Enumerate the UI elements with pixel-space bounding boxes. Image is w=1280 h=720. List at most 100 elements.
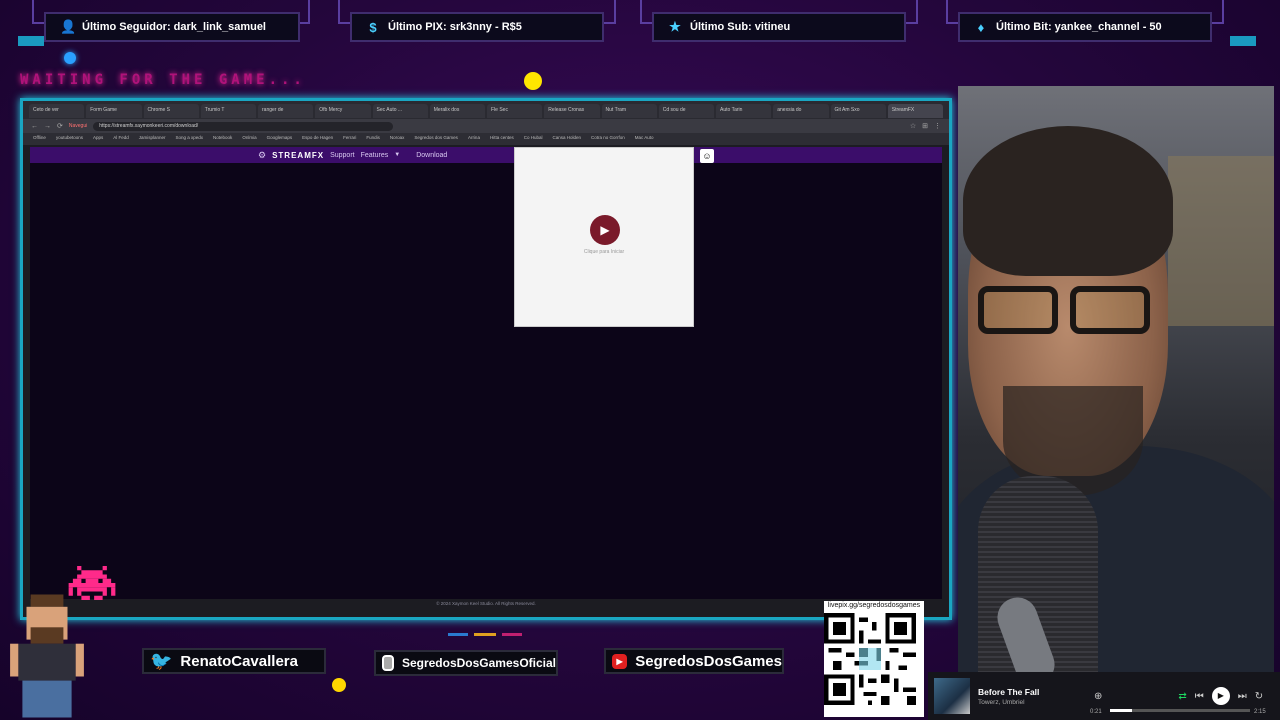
deco-bar xyxy=(474,633,496,636)
background-shelf xyxy=(1168,156,1274,326)
browser-tab[interactable]: Ofb Mercy xyxy=(315,104,371,118)
alert-text: Último Seguidor: dark_link_samuel xyxy=(82,21,266,33)
nav-support[interactable]: Support xyxy=(330,152,355,159)
bookmark[interactable]: Co Hubal xyxy=(524,135,543,143)
chevron-down-icon: ▼ xyxy=(394,152,401,158)
browser-tab[interactable]: Sec Auto ... xyxy=(372,104,428,118)
add-icon[interactable]: ⊕ xyxy=(1094,691,1102,702)
bookmark[interactable]: Googlemaps xyxy=(267,135,293,143)
repeat-icon[interactable]: ↻ xyxy=(1255,691,1263,702)
extensions-icon[interactable]: ⊞ xyxy=(922,122,928,130)
logo-icon: ⚙ xyxy=(258,149,267,160)
bookmark[interactable]: Jamisplanner xyxy=(139,135,166,143)
nav-features[interactable]: Features xyxy=(361,152,389,159)
bookmark[interactable]: Onlmia xyxy=(242,135,256,143)
alert-last-follower: 👤 Último Seguidor: dark_link_samuel xyxy=(44,12,300,42)
browser-tab[interactable]: anexsia do xyxy=(773,104,829,118)
browser-tab[interactable]: Ceto de ver xyxy=(29,104,85,118)
menu-icon[interactable]: ⋮ xyxy=(934,122,941,130)
bookmark[interactable]: Mac Auto xyxy=(635,135,654,143)
play-icon[interactable]: ▶ xyxy=(590,215,620,245)
progress-bar[interactable] xyxy=(1110,709,1250,712)
previous-icon[interactable]: ⏮ xyxy=(1195,691,1204,702)
alert-text: Último Bit: yankee_channel - 50 xyxy=(996,21,1162,33)
browser-tab[interactable]: Trumio T xyxy=(200,104,256,118)
bookmark[interactable]: Cansa Holden xyxy=(552,135,581,143)
alert-last-bit: ♦ Último Bit: yankee_channel - 50 xyxy=(958,12,1212,42)
song-artist: Towerz, Umbriel xyxy=(978,698,1025,706)
site-nav: ⚙ STREAMFX Support Features ▼ Download xyxy=(30,147,942,163)
browser-tab[interactable]: Auto Tarin xyxy=(716,104,772,118)
forward-icon[interactable]: → xyxy=(44,123,51,130)
bookmark[interactable]: Fundis xyxy=(366,135,380,143)
diamond-icon: ♦ xyxy=(977,19,985,35)
bookmark[interactable]: Offline xyxy=(33,135,46,143)
video-embed[interactable]: ▶ Clique para Iniciar xyxy=(514,147,694,327)
bookmark[interactable]: Cotra no Gorrfon xyxy=(591,135,625,143)
glasses-left xyxy=(978,286,1058,334)
music-player: Before The Fall Towerz, Umbriel ⊕ ⇄ ⏮ ▶ … xyxy=(928,672,1280,720)
browser-tab[interactable]: Cd sou de xyxy=(658,104,714,118)
browser-tab[interactable]: Meralix dos xyxy=(429,104,485,118)
bookmark[interactable]: Song a xpedx xyxy=(176,135,204,143)
bookmark[interactable]: Notebook xyxy=(213,135,232,143)
address-bar[interactable]: https://streamfx.xaymonkeeri.com/downloa… xyxy=(93,121,394,131)
deco-dot xyxy=(64,52,76,64)
site-logo[interactable]: STREAMFX xyxy=(272,151,324,160)
video-hint: Clique para Iniciar xyxy=(583,249,625,255)
youtube-icon: ▶ xyxy=(612,653,628,669)
qr-code-icon xyxy=(824,613,916,705)
qr-label: livepix.gg/segredosdosgames xyxy=(827,602,921,609)
reload-icon[interactable]: ⟳ xyxy=(57,122,63,130)
bookmark[interactable]: youtubetoons xyxy=(56,135,83,143)
nav-download[interactable]: Download xyxy=(416,152,447,159)
bookmarks-bar: Offline youtubetoons Apps Al Fedd Jamisp… xyxy=(23,133,949,145)
corner-accent xyxy=(1230,36,1256,46)
pixel-avatar-icon xyxy=(10,594,84,718)
glasses-right xyxy=(1070,286,1150,334)
bookmark[interactable]: Al Fedd xyxy=(113,135,129,143)
browser-tab[interactable]: Nut Tram xyxy=(601,104,657,118)
account-icon[interactable]: ☺ xyxy=(700,149,714,163)
social-instagram: SegredosDosGamesOficial xyxy=(374,650,558,676)
url-tag: Navegui xyxy=(68,123,88,129)
next-icon[interactable]: ⏭ xyxy=(1238,691,1247,702)
browser-tab[interactable]: Chrome S xyxy=(143,104,199,118)
bookmark[interactable]: Espo de Hagen xyxy=(302,135,333,143)
waiting-text: WAITING FOR THE GAME... xyxy=(20,72,306,88)
browser-window: Ceto de ver Form Game Chrome S Trumio T … xyxy=(20,98,952,620)
bookmark[interactable]: Apps xyxy=(93,135,103,143)
star-icon[interactable]: ☆ xyxy=(910,122,916,130)
duration-time: 2:15 xyxy=(1254,709,1266,715)
browser-tab[interactable]: Fle Sec xyxy=(487,104,543,118)
shuffle-icon[interactable]: ⇄ xyxy=(1178,691,1186,702)
alert-last-pix: $ Último PIX: srk3nny - R$5 xyxy=(350,12,604,42)
social-youtube: ▶ SegredosDosGames xyxy=(604,648,784,674)
browser-tab[interactable]: ranger de xyxy=(258,104,314,118)
bookmark[interactable]: Ferrari xyxy=(343,135,356,143)
bookmark[interactable]: Noroax xyxy=(390,135,405,143)
elapsed-time: 0:21 xyxy=(1090,709,1102,715)
user-icon: 👤 xyxy=(60,19,77,34)
streamer-hair xyxy=(963,126,1173,276)
browser-tab[interactable]: Form Game xyxy=(86,104,142,118)
alert-text: Último PIX: srk3nny - R$5 xyxy=(388,21,522,33)
qr-code-panel: livepix.gg/segredosdosgames xyxy=(824,601,924,717)
browser-tab-active[interactable]: StreamFX xyxy=(887,104,943,118)
play-pause-button[interactable]: ▶ xyxy=(1211,687,1230,705)
corner-accent xyxy=(18,36,44,46)
bookmark[interactable]: Hitta centes xyxy=(490,135,514,143)
progress-fill xyxy=(1110,709,1133,712)
address-row: ← → ⟳ Navegui https://streamfx.xaymonkee… xyxy=(23,119,949,133)
bookmark[interactable]: Segredos dos Games xyxy=(414,135,458,143)
star-icon: ★ xyxy=(669,19,681,34)
song-title: Before The Fall xyxy=(978,686,1040,697)
browser-tab[interactable]: Git Am Sxo xyxy=(830,104,886,118)
album-cover xyxy=(934,678,970,714)
site-body xyxy=(30,163,942,599)
browser-tab[interactable]: Release Cronas xyxy=(544,104,600,118)
social-twitter: 🐦 RenatoCavallera xyxy=(142,648,326,674)
back-icon[interactable]: ← xyxy=(31,123,38,130)
bookmark[interactable]: Arrina xyxy=(468,135,480,143)
twitter-handle: RenatoCavallera xyxy=(180,652,298,670)
